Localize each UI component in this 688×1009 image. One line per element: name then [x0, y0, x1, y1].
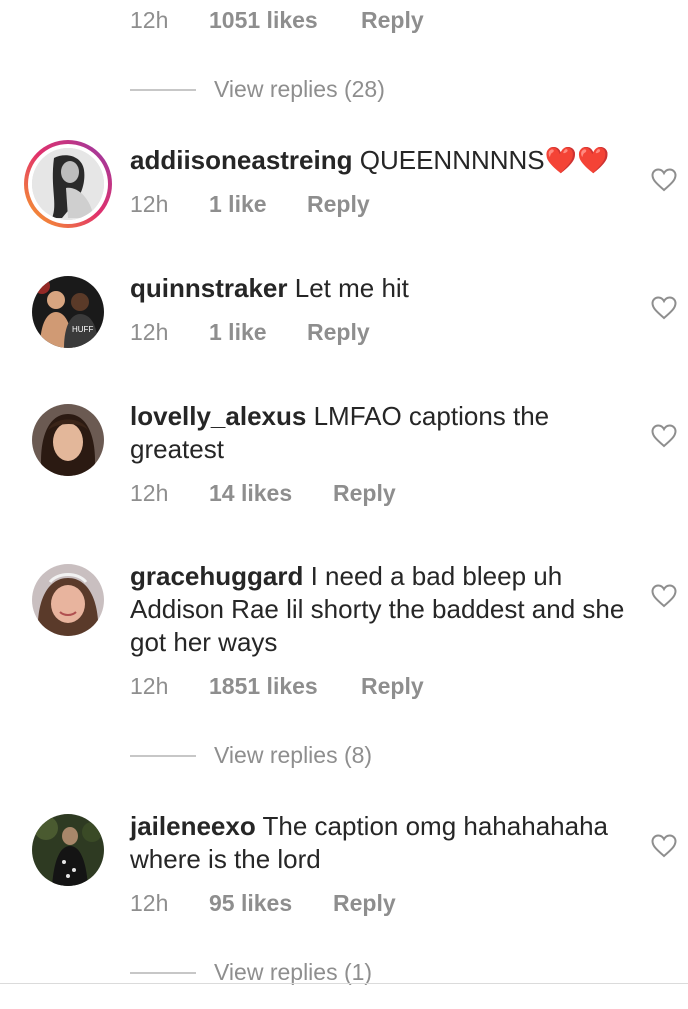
- avatar[interactable]: [32, 564, 104, 636]
- reply-button[interactable]: Reply: [307, 317, 370, 347]
- avatar[interactable]: HUFF: [32, 276, 104, 348]
- comment-time: 12h: [130, 7, 169, 33]
- comment-body: lovelly_alexus LMFAO captions the greate…: [130, 400, 630, 466]
- reply-button[interactable]: Reply: [333, 888, 396, 918]
- svg-text:HUFF: HUFF: [72, 325, 93, 334]
- comment-body: gracehuggard I need a bad bleep uh Addis…: [130, 560, 630, 659]
- comment-time: 12h: [130, 191, 169, 217]
- comment-likes[interactable]: 1851 likes: [209, 671, 318, 701]
- reply-button[interactable]: Reply: [307, 189, 370, 219]
- comment-username[interactable]: jaileneexo: [130, 811, 256, 841]
- replies-divider-line: [130, 972, 196, 974]
- reply-button[interactable]: Reply: [333, 478, 396, 508]
- comment-body: addiisoneastreing QUEENNNNNS❤️❤️: [130, 144, 630, 177]
- heart-emoji: ❤️❤️: [544, 145, 610, 175]
- comment-username[interactable]: quinnstraker: [130, 273, 288, 303]
- avatar[interactable]: [32, 404, 104, 476]
- view-replies-label: View replies (28): [214, 76, 385, 102]
- story-ring[interactable]: [24, 140, 112, 228]
- like-heart-icon[interactable]: [651, 296, 677, 320]
- comment-username[interactable]: lovelly_alexus: [130, 401, 306, 431]
- like-heart-icon[interactable]: [651, 168, 677, 192]
- comment-likes[interactable]: 95 likes: [209, 888, 292, 918]
- avatar[interactable]: [32, 148, 104, 220]
- reply-button[interactable]: Reply: [361, 671, 424, 701]
- like-heart-icon[interactable]: [651, 424, 677, 448]
- comment-time: 12h: [130, 673, 169, 699]
- like-heart-icon[interactable]: [651, 834, 677, 858]
- comment-time: 12h: [130, 480, 169, 506]
- comment-text: QUEENNNNNS: [359, 145, 545, 175]
- view-replies-label: View replies (8): [214, 742, 373, 768]
- comment-username[interactable]: addiisoneastreing: [130, 145, 353, 175]
- replies-divider-line: [130, 755, 196, 757]
- comment-text: Let me hit: [294, 273, 409, 303]
- avatar[interactable]: [32, 814, 104, 886]
- comment-username[interactable]: gracehuggard: [130, 561, 303, 591]
- comment-likes[interactable]: 1 like: [209, 189, 267, 219]
- comment-likes[interactable]: 14 likes: [209, 478, 292, 508]
- comment-body: quinnstraker Let me hit: [130, 272, 630, 305]
- like-heart-icon[interactable]: [651, 584, 677, 608]
- comment-time: 12h: [130, 890, 169, 916]
- reply-button[interactable]: Reply: [361, 5, 424, 35]
- comment-likes[interactable]: 1051 likes: [209, 5, 318, 35]
- comment-likes[interactable]: 1 like: [209, 317, 267, 347]
- comment-time: 12h: [130, 319, 169, 345]
- comment-body: jaileneexo The caption omg hahahahaha wh…: [130, 810, 630, 876]
- bottom-divider: [0, 983, 688, 984]
- replies-divider-line: [130, 89, 196, 91]
